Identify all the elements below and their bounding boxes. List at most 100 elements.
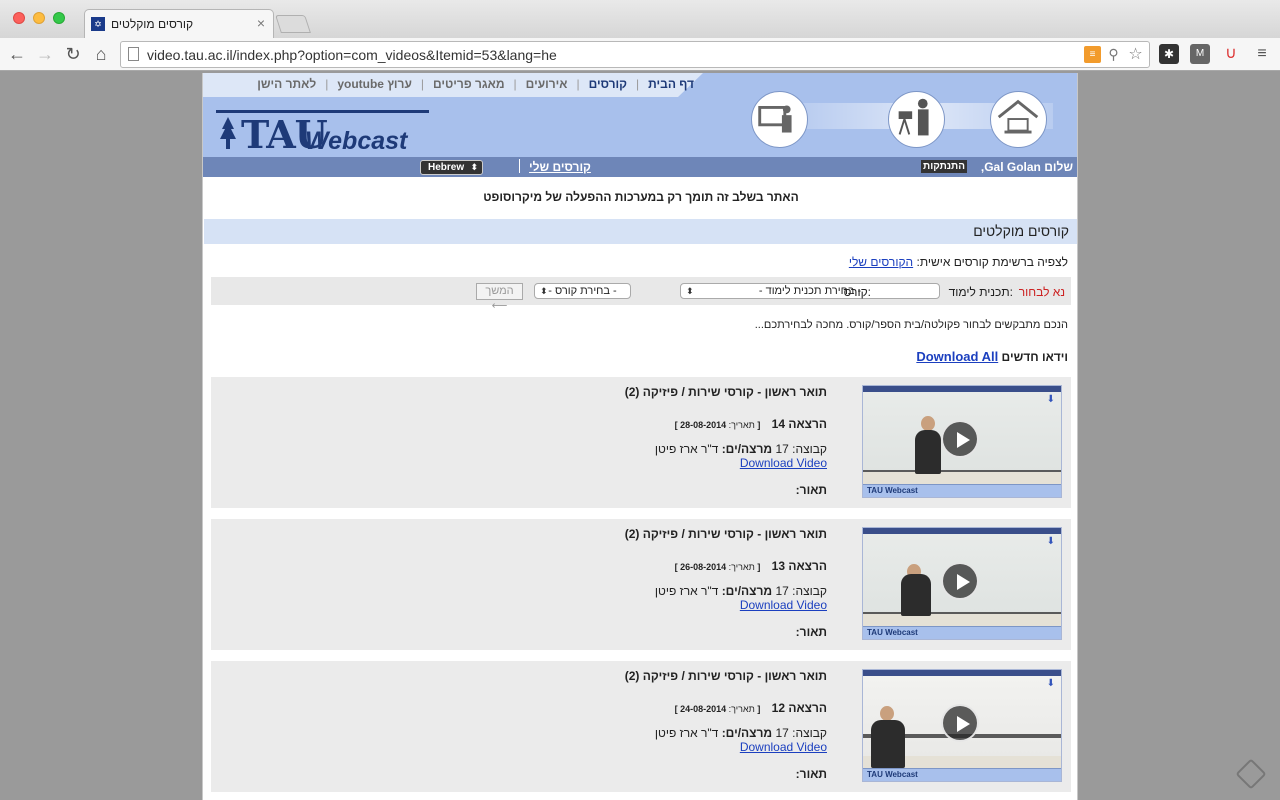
section-title: קורסים מוקלטים xyxy=(204,219,1077,244)
browser-titlebar: ✡ קורסים מוקלטים × xyxy=(0,0,1280,38)
lecture-number: הרצאה 12 [ תאריך: 24-08-2014 ] xyxy=(674,701,827,715)
thumb-logo: TAU Webcast xyxy=(867,486,918,495)
thumb-logo: TAU Webcast xyxy=(867,770,918,779)
play-icon[interactable] xyxy=(941,704,979,742)
zoom-icon[interactable]: ⚲ xyxy=(1105,46,1122,63)
tab-favicon-icon: ✡ xyxy=(91,17,105,31)
course-filter: נא לבחור תכנית לימוד: - בחירת תכנית לימו… xyxy=(211,277,1071,312)
nav-courses[interactable]: קורסים xyxy=(580,77,636,91)
download-arrow-icon[interactable]: ⬇ xyxy=(1047,536,1055,547)
play-icon[interactable] xyxy=(941,562,979,600)
download-all-link[interactable]: Download All xyxy=(916,349,998,364)
personal-list-row: לצפיה ברשימת קורסים אישית: הקורסים שלי xyxy=(849,255,1068,269)
new-tab-button[interactable] xyxy=(275,15,311,33)
program-select[interactable]: - בחירת תכנית לימוד - ⬍ xyxy=(680,283,940,299)
rss-icon[interactable]: ≡ xyxy=(1084,46,1101,63)
course-label: קורס: xyxy=(843,285,871,299)
browser-toolbar: ← → ↻ ⌂ video.tau.ac.il/index.php?option… xyxy=(0,38,1280,71)
home-icon[interactable]: ⌂ xyxy=(90,43,112,65)
forward-icon[interactable]: → xyxy=(34,43,56,65)
nav-old-site[interactable]: לאתר הישן xyxy=(248,77,325,91)
page-icon xyxy=(128,47,139,61)
language-select[interactable]: Hebrew ⬍ xyxy=(420,160,483,175)
download-arrow-icon[interactable]: ⬇ xyxy=(1047,678,1055,689)
lecturer-figure xyxy=(871,720,905,768)
browser-tab[interactable]: ✡ קורסים מוקלטים × xyxy=(84,9,274,38)
thumb-logo: TAU Webcast xyxy=(867,628,918,637)
new-videos-heading: וידאו חדשים Download All xyxy=(916,349,1068,364)
lecture-date: 28-08-2014 xyxy=(680,420,727,430)
video-description: תאור: xyxy=(795,767,827,781)
video-card: ⬇ TAU Webcast תואר ראשון - קורסי שירות /… xyxy=(211,519,1071,650)
logout-link[interactable]: התנתקות xyxy=(921,160,967,173)
lecture-date: 24-08-2014 xyxy=(680,704,727,714)
program-label: תכנית לימוד: xyxy=(948,285,1013,299)
greeting: שלום Gal Golan, xyxy=(980,160,1073,174)
download-video-link[interactable]: Download Video xyxy=(740,598,827,612)
os-notice: האתר בשלב זה תומך רק במערכות ההפעלה של מ… xyxy=(483,190,799,204)
site-banner: דף הבית | קורסים | אירועים | מאגר פריטים… xyxy=(203,73,1077,157)
chevron-updown-icon: ⬍ xyxy=(686,286,694,296)
tab-title: קורסים מוקלטים xyxy=(111,17,194,31)
lecturer-figure xyxy=(915,430,941,474)
my-courses-link[interactable]: קורסים שלי xyxy=(529,160,591,174)
course-select[interactable]: - בחירת קורס - ⬍ xyxy=(534,283,631,299)
lecture-date: 26-08-2014 xyxy=(680,562,727,572)
group-lecturer: קבוצה: 17 מרצה/ים: ד"ר ארז פיטן xyxy=(654,726,827,740)
top-nav: דף הבית | קורסים | אירועים | מאגר פריטים… xyxy=(248,77,703,91)
download-video-link[interactable]: Download Video xyxy=(740,456,827,470)
bookmark-star-icon[interactable]: ☆ xyxy=(1127,46,1144,63)
extension-asterisk-icon[interactable]: ✱ xyxy=(1159,44,1179,64)
video-title: תואר ראשון - קורסי שירות / פיזיקה (2) xyxy=(624,669,827,683)
nav-youtube[interactable]: ערוץ youtube xyxy=(328,77,421,91)
chevron-updown-icon: ⬍ xyxy=(540,286,548,296)
group-lecturer: קבוצה: 17 מרצה/ים: ד"ר ארז פיטן xyxy=(654,442,827,456)
window-maximize-button[interactable] xyxy=(53,12,65,24)
user-bar: שלום Gal Golan, התנתקות קורסים שלי Hebre… xyxy=(203,157,1077,177)
new-videos-label: וידאו חדשים xyxy=(1001,350,1068,364)
home-laptop-icon xyxy=(990,91,1047,148)
nav-events[interactable]: אירועים xyxy=(517,77,577,91)
window-close-button[interactable] xyxy=(13,12,25,24)
video-thumbnail[interactable]: ⬇ TAU Webcast xyxy=(862,669,1062,782)
presenter-icon xyxy=(751,91,808,148)
divider xyxy=(519,159,520,173)
video-title: תואר ראשון - קורסי שירות / פיזיקה (2) xyxy=(624,385,827,399)
extension-m-icon[interactable]: M xyxy=(1190,44,1210,64)
chevron-updown-icon: ⬍ xyxy=(470,162,478,172)
lecture-number: הרצאה 14 [ תאריך: 28-08-2014 ] xyxy=(674,417,827,431)
corner-tag-icon[interactable] xyxy=(1235,758,1267,790)
personal-list-label: לצפיה ברשימת קורסים אישית: xyxy=(916,255,1068,269)
page: דף הבית | קורסים | אירועים | מאגר פריטים… xyxy=(202,73,1078,800)
group-lecturer: קבוצה: 17 מרצה/ים: ד"ר ארז פיטן xyxy=(654,584,827,598)
video-description: תאור: xyxy=(795,483,827,497)
lecturer-figure xyxy=(901,574,931,616)
my-courses-list-link[interactable]: הקורסים שלי xyxy=(849,255,913,269)
menu-icon[interactable]: ≡ xyxy=(1252,44,1272,64)
play-icon[interactable] xyxy=(941,420,979,458)
video-card: ⬇ TAU Webcast תואר ראשון - קורסי שירות /… xyxy=(211,377,1071,508)
extension-magnet-icon[interactable]: ∪ xyxy=(1221,44,1241,64)
video-card: ⬇ TAU Webcast תואר ראשון - קורסי שירות /… xyxy=(211,661,1071,792)
video-thumbnail[interactable]: ⬇ TAU Webcast xyxy=(862,527,1062,640)
download-arrow-icon[interactable]: ⬇ xyxy=(1047,394,1055,405)
window-minimize-button[interactable] xyxy=(33,12,45,24)
nav-home[interactable]: דף הבית xyxy=(639,77,703,91)
address-url[interactable]: video.tau.ac.il/index.php?option=com_vid… xyxy=(147,47,557,63)
video-title: תואר ראשון - קורסי שירות / פיזיקה (2) xyxy=(624,527,827,541)
logo-webcast[interactable]: Webcast xyxy=(305,127,407,156)
video-description: תאור: xyxy=(795,625,827,639)
reload-icon[interactable]: ↻ xyxy=(62,43,84,65)
back-icon[interactable]: ← xyxy=(6,43,28,65)
address-bar[interactable]: video.tau.ac.il/index.php?option=com_vid… xyxy=(120,41,1150,68)
choose-label: נא לבחור xyxy=(1018,285,1065,299)
download-video-link[interactable]: Download Video xyxy=(740,740,827,754)
nav-items-repository[interactable]: מאגר פריטים xyxy=(424,77,514,91)
selection-hint: הנכם מתבקשים לבחור פקולטה/בית הספר/קורס.… xyxy=(754,319,1068,331)
camera-operator-icon xyxy=(888,91,945,148)
video-thumbnail[interactable]: ⬇ TAU Webcast xyxy=(862,385,1062,498)
tab-close-icon[interactable]: × xyxy=(257,15,265,31)
tau-emblem-icon xyxy=(220,117,236,149)
next-button[interactable]: המשך ⟵ xyxy=(476,283,523,312)
lecture-number: הרצאה 13 [ תאריך: 26-08-2014 ] xyxy=(674,559,827,573)
